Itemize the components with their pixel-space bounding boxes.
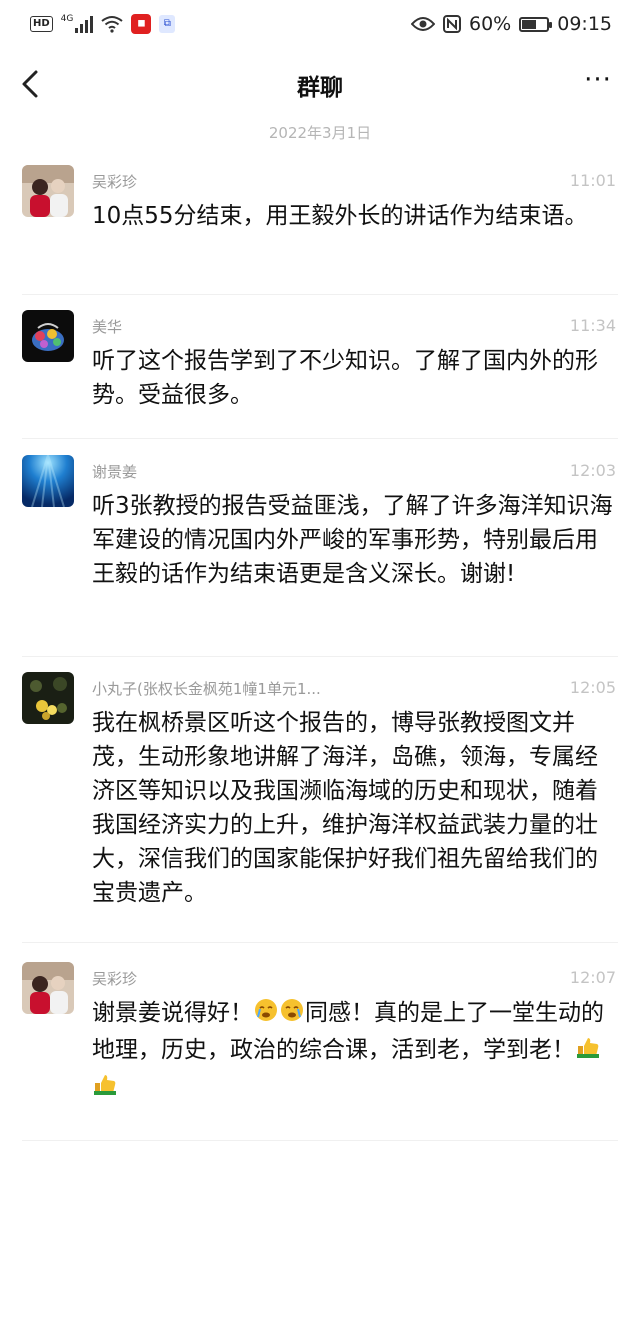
nfc-icon bbox=[443, 15, 461, 33]
message-time: 12:07 bbox=[569, 968, 616, 987]
message-time: 11:01 bbox=[569, 171, 616, 190]
message-time: 12:03 bbox=[569, 461, 616, 480]
app-notification-icon: ◼ bbox=[131, 14, 152, 34]
sender-name: 吴彩珍 bbox=[92, 173, 138, 191]
message-item: 吴彩珍 11:01 10点55分结束，用王毅外长的讲话作为结束语。 bbox=[0, 165, 640, 285]
page-title: 群聊 bbox=[297, 75, 343, 101]
message-text: 我在枫桥景区听这个报告的，博导张教授图文并茂，生动形象地讲解了海洋，岛礁，领海，… bbox=[92, 710, 598, 906]
wifi-icon bbox=[101, 16, 123, 33]
thumbs-up-icon bbox=[92, 1071, 118, 1107]
status-right: 60% 09:15 bbox=[411, 13, 612, 35]
sender-name: 美华 bbox=[92, 318, 123, 336]
avatar[interactable] bbox=[22, 672, 74, 724]
crying-face-icon bbox=[279, 997, 305, 1033]
sender-name: 谢景姜 bbox=[92, 463, 138, 481]
divider bbox=[22, 1140, 618, 1141]
nav-bar: 群聊 ··· bbox=[0, 50, 640, 120]
battery-percent: 60% bbox=[469, 13, 512, 35]
sender-name: 小丸子(张权长金枫苑1幢1单元1... bbox=[92, 680, 321, 698]
message-text-part: 谢景姜说得好！ bbox=[92, 1000, 253, 1026]
network-type: 4G bbox=[60, 14, 74, 24]
status-bar: HD 4G ◼ ⧉ 60% 09:15 bbox=[0, 0, 640, 48]
message-time: 11:34 bbox=[569, 316, 616, 335]
battery-icon bbox=[519, 16, 553, 32]
hd-badge: HD bbox=[30, 16, 53, 32]
crying-face-icon bbox=[253, 997, 279, 1033]
divider bbox=[22, 294, 618, 295]
clock: 09:15 bbox=[557, 13, 612, 35]
eye-icon bbox=[411, 17, 435, 31]
divider bbox=[22, 656, 618, 657]
date-separator: 2022年3月1日 bbox=[268, 124, 372, 142]
message-time: 12:05 bbox=[569, 678, 616, 697]
avatar[interactable] bbox=[22, 962, 74, 1014]
status-left: HD 4G ◼ ⧉ bbox=[30, 14, 176, 34]
more-options-button[interactable]: ··· bbox=[578, 66, 618, 102]
message-item: 吴彩珍 12:07 谢景姜说得好！ 同感！真的是上了一堂生动的地理，历史，政治的综… bbox=[0, 962, 640, 1132]
signal-icon: 4G bbox=[60, 14, 94, 33]
sender-name: 吴彩珍 bbox=[92, 970, 138, 988]
message-text: 听了这个报告学到了不少知识。了解了国内外的形势。受益很多。 bbox=[92, 348, 598, 408]
message-text: 听3张教授的报告受益匪浅，了解了许多海洋知识海军建设的情况国内外严峻的军事形势，… bbox=[92, 493, 613, 587]
message-item: 美华 11:34 听了这个报告学到了不少知识。了解了国内外的形势。受益很多。 bbox=[0, 310, 640, 430]
message-text: 谢景姜说得好！ 同感！真的是上了一堂生动的地理，历史，政治的综合课，活到老，学到老… bbox=[92, 996, 616, 1107]
message-item: 谢景姜 12:03 听3张教授的报告受益匪浅，了解了许多海洋知识海军建设的情况国… bbox=[0, 455, 640, 655]
avatar[interactable] bbox=[22, 310, 74, 362]
message-item: 小丸子(张权长金枫苑1幢1单元1... 12:05 我在枫桥景区听这个报告的，博… bbox=[0, 672, 640, 932]
divider bbox=[22, 438, 618, 439]
thumbs-up-icon bbox=[575, 1034, 601, 1070]
divider bbox=[22, 942, 618, 943]
avatar[interactable] bbox=[22, 165, 74, 217]
avatar[interactable] bbox=[22, 455, 74, 507]
app-notification-icon-2: ⧉ bbox=[159, 15, 176, 33]
message-text: 10点55分结束，用王毅外长的讲话作为结束语。 bbox=[92, 203, 588, 229]
